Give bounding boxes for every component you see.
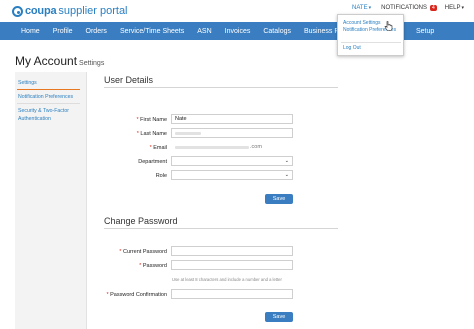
first-name-label: * First Name bbox=[136, 117, 167, 123]
current-password-label: * Current Password bbox=[119, 249, 167, 255]
page-subtitle: Settings bbox=[79, 60, 105, 67]
redacted-text bbox=[175, 132, 201, 135]
nav-service-time-sheets[interactable]: Service/Time Sheets bbox=[120, 28, 184, 35]
save-password-button[interactable]: Save bbox=[265, 312, 293, 322]
last-name-input[interactable] bbox=[171, 128, 293, 138]
chevron-down-icon: ▾ bbox=[461, 5, 464, 11]
last-name-label: * Last Name bbox=[136, 131, 167, 137]
chevron-down-icon: ▾ bbox=[368, 5, 372, 11]
first-name-input[interactable]: Nate bbox=[171, 114, 293, 124]
nav-orders[interactable]: Orders bbox=[86, 28, 107, 35]
menu-item-log-out[interactable]: Log Out bbox=[343, 45, 361, 51]
logo-subtext: supplier portal bbox=[58, 5, 128, 17]
menu-item-account-settings[interactable]: Account Settings bbox=[343, 20, 381, 26]
email-label: * Email bbox=[149, 145, 167, 151]
redacted-text bbox=[175, 146, 249, 149]
section-divider bbox=[104, 228, 338, 229]
sidebar-divider bbox=[17, 103, 80, 104]
change-password-heading: Change Password bbox=[104, 216, 178, 226]
sidebar-item-authentication[interactable]: Authentication bbox=[18, 116, 51, 123]
sidebar-item-security[interactable]: Security & Two-Factor bbox=[18, 108, 69, 115]
user-details-heading: User Details bbox=[104, 75, 154, 85]
top-right-menu: NATE▾ NOTIFICATIONS 4 HELP▾ bbox=[352, 5, 464, 11]
coupa-logo[interactable]: coupa supplier portal bbox=[12, 4, 128, 18]
sidebar-item-settings[interactable]: Settings bbox=[18, 80, 37, 87]
notifications-count-badge: 4 bbox=[430, 5, 437, 11]
menu-divider bbox=[341, 42, 401, 43]
user-menu[interactable]: NATE▾ bbox=[352, 5, 371, 11]
email-value: .com bbox=[171, 142, 293, 152]
user-dropdown-menu: Account Settings Notification Preference… bbox=[337, 14, 404, 56]
active-indicator bbox=[17, 89, 80, 90]
role-select[interactable]: ⌄ bbox=[171, 170, 293, 180]
logo-text: coupa bbox=[25, 5, 57, 17]
notifications-link[interactable]: NOTIFICATIONS bbox=[381, 5, 427, 11]
password-confirmation-input[interactable] bbox=[171, 289, 293, 299]
sidebar-item-notification-preferences[interactable]: Notification Preferences bbox=[18, 94, 73, 101]
nav-invoices[interactable]: Invoices bbox=[225, 28, 251, 35]
chevron-down-icon: ⌄ bbox=[284, 158, 289, 164]
nav-profile[interactable]: Profile bbox=[53, 28, 73, 35]
nav-setup[interactable]: Setup bbox=[416, 28, 434, 35]
department-select[interactable]: ⌄ bbox=[171, 156, 293, 166]
password-hint: Use at least 8 characters and include a … bbox=[172, 277, 282, 282]
role-label: Role bbox=[155, 173, 167, 179]
save-user-details-button[interactable]: Save bbox=[265, 194, 293, 204]
password-confirmation-label: * Password Confirmation bbox=[106, 292, 167, 298]
hand-cursor-icon bbox=[384, 21, 393, 31]
section-divider bbox=[104, 87, 338, 88]
password-label: * Password bbox=[139, 263, 167, 269]
help-menu[interactable]: HELP▾ bbox=[445, 5, 464, 11]
nav-asn[interactable]: ASN bbox=[197, 28, 211, 35]
page-title: My Account Settings bbox=[15, 54, 105, 68]
nav-catalogs[interactable]: Catalogs bbox=[263, 28, 291, 35]
department-label: Department bbox=[138, 159, 167, 165]
coupa-logo-icon bbox=[12, 5, 23, 17]
password-input[interactable] bbox=[171, 260, 293, 270]
chevron-down-icon: ⌄ bbox=[284, 172, 289, 178]
current-password-input[interactable] bbox=[171, 246, 293, 256]
nav-home[interactable]: Home bbox=[21, 28, 40, 35]
settings-sidebar: Settings Notification Preferences Securi… bbox=[15, 72, 87, 329]
